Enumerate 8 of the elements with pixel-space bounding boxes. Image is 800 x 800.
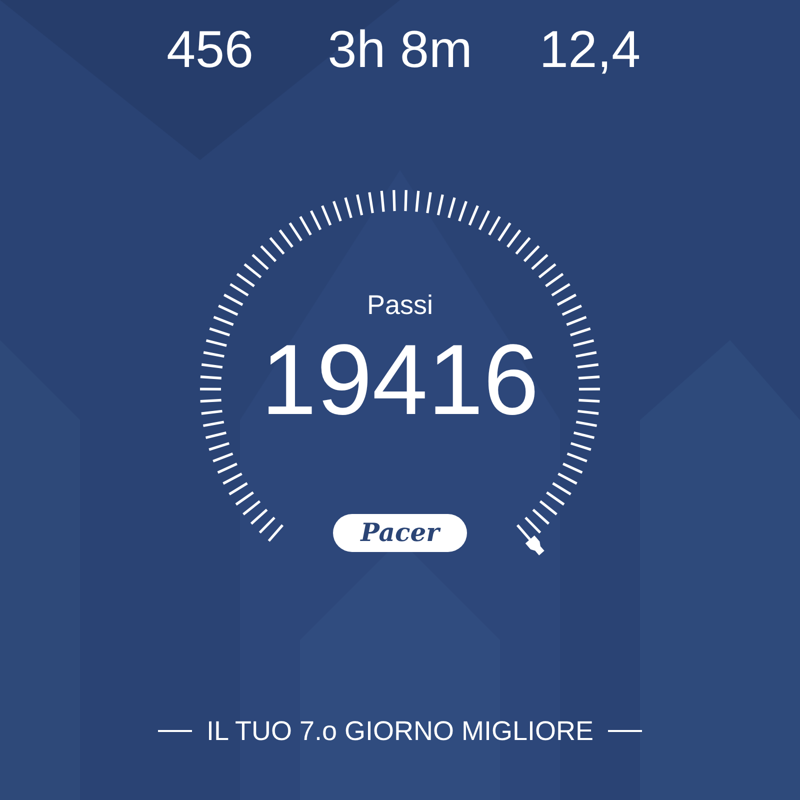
stat-value: 3h 8m bbox=[328, 20, 472, 81]
stat-value: 12,4 bbox=[539, 20, 641, 81]
app-logo: Pacer bbox=[332, 514, 468, 552]
best-day-caption: IL TUO 7.o GIORNO MIGLIORE bbox=[206, 715, 594, 748]
step-count: 19416 bbox=[260, 326, 540, 434]
steps-label: Passi bbox=[366, 289, 434, 322]
stat-value: 456 bbox=[166, 20, 254, 81]
progress-marker bbox=[525, 536, 544, 556]
